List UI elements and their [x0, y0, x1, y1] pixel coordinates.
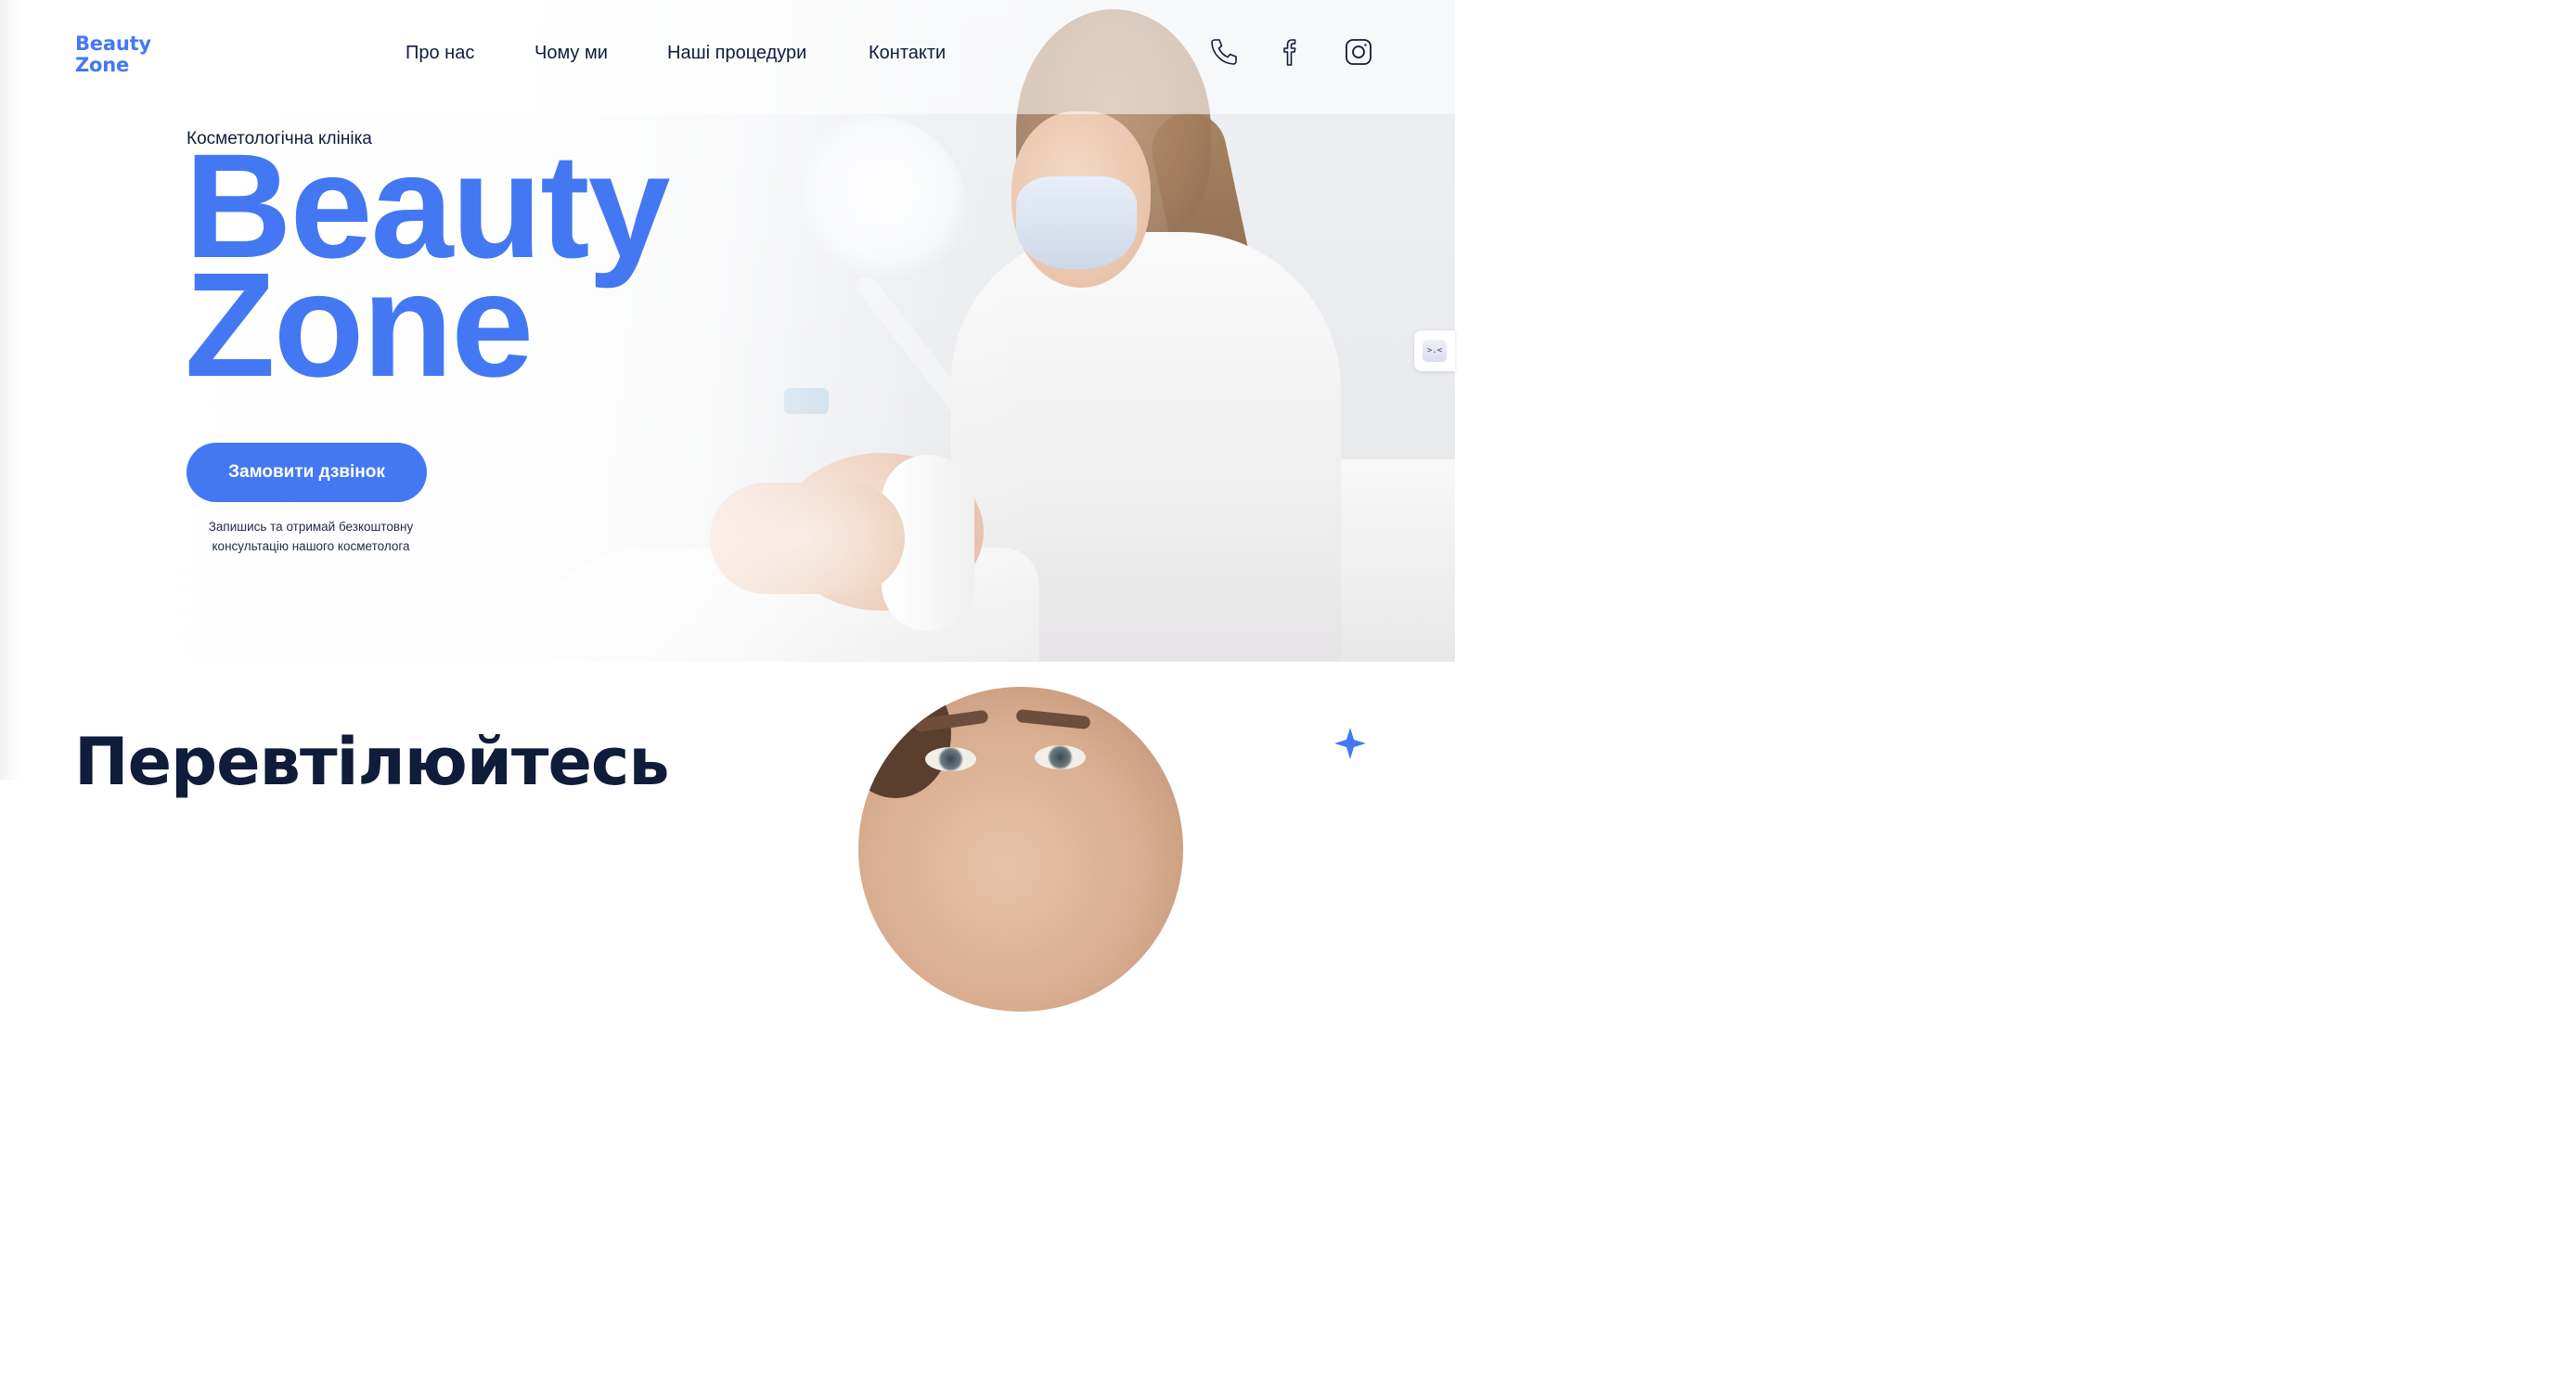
- nav-about[interactable]: Про нас: [406, 43, 474, 64]
- instagram-icon[interactable]: [1343, 36, 1374, 68]
- hero-title: Beauty Zone: [185, 132, 671, 399]
- widget-face-icon: >.<: [1423, 340, 1447, 362]
- cta-note-line-2: консультацію нашого косметолога: [212, 539, 410, 553]
- sparkle-star-icon: [1333, 726, 1368, 761]
- face-closeup-photo: [858, 687, 1183, 1012]
- facebook-icon[interactable]: [1276, 36, 1307, 68]
- nav-contacts[interactable]: Контакти: [869, 43, 946, 64]
- nav-procedures[interactable]: Наші процедури: [667, 43, 806, 64]
- page-edge-shadow: [0, 0, 22, 780]
- cta-note: Запишись та отримай безкоштовну консульт…: [187, 517, 435, 556]
- chat-widget-tab[interactable]: >.<: [1414, 330, 1455, 371]
- order-call-button[interactable]: Замовити дзвінок: [187, 443, 427, 502]
- section-title: Перевтілюйтесь: [74, 724, 670, 800]
- nav-why-us[interactable]: Чому ми: [535, 43, 608, 64]
- cta-note-line-1: Запишись та отримай безкоштовну: [208, 520, 414, 534]
- phone-icon[interactable]: [1208, 36, 1240, 68]
